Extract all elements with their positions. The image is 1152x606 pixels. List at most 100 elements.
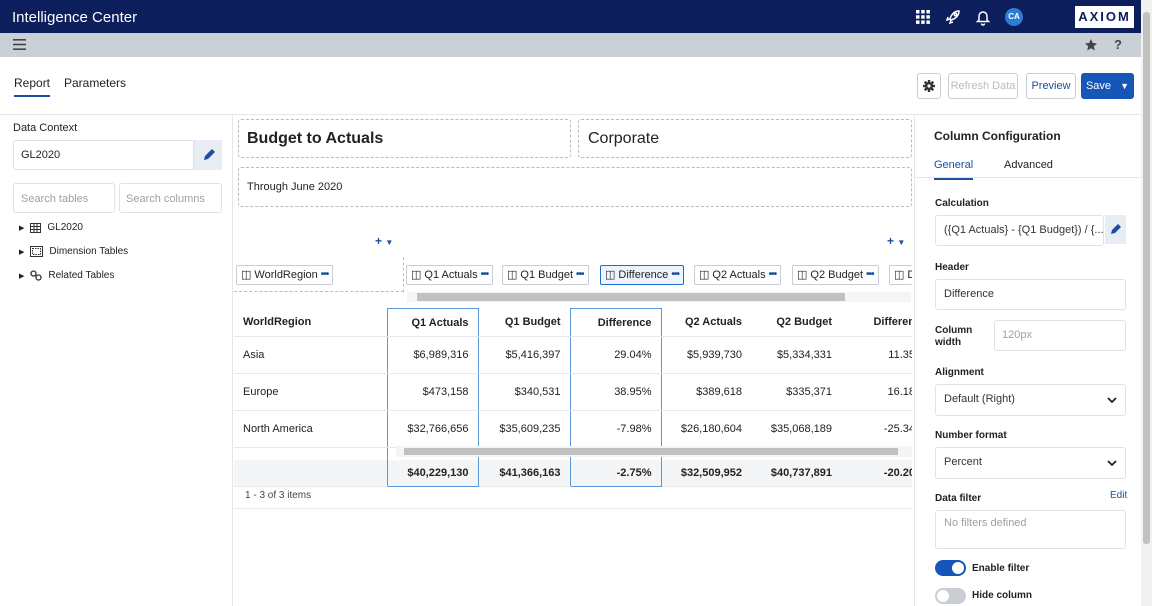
data-context-edit-button[interactable]	[193, 140, 222, 170]
chip-difference[interactable]: ◫ Difference •••	[600, 265, 684, 285]
app-title: Intelligence Center	[12, 9, 138, 26]
table-totals-row: $40,229,130 $41,366,163 -2.75% $32,509,9…	[234, 459, 912, 487]
dimension-icon	[30, 246, 44, 257]
hide-column-toggle[interactable]	[935, 588, 966, 604]
tab-report[interactable]: Report	[14, 76, 51, 97]
column-width-label-line1: Column	[935, 325, 973, 336]
data-filter-field[interactable]: No filters defined	[935, 510, 1126, 549]
more-options-icon[interactable]: •••	[866, 266, 874, 284]
expand-arrow-icon[interactable]: ▶	[19, 248, 24, 256]
calculation-field[interactable]: ({Q1 Actuals} - {Q1 Budget}) / {...	[935, 215, 1104, 246]
chip-q2-actuals[interactable]: ◫ Q2 Actuals •••	[694, 265, 782, 285]
toggle-knob	[937, 590, 949, 602]
header-field[interactable]: Difference	[935, 279, 1126, 310]
report-subtitle: Corporate	[588, 130, 660, 147]
favorite-star-icon[interactable]	[1084, 38, 1098, 52]
search-tables-input[interactable]: Search tables	[13, 183, 115, 213]
column-header[interactable]: Q1 Budget	[478, 308, 570, 337]
column-header[interactable]: Q2 Actuals	[661, 308, 751, 337]
settings-button[interactable]	[917, 73, 941, 99]
save-button-label: Save	[1085, 80, 1112, 92]
more-options-icon[interactable]: •••	[321, 266, 329, 284]
column-header[interactable]: Q2 Budget	[751, 308, 841, 337]
bell-icon[interactable]	[973, 7, 993, 27]
column-icon: ◫	[894, 269, 905, 281]
more-options-icon[interactable]: •••	[769, 266, 777, 284]
save-dropdown-icon[interactable]: ▼	[1120, 81, 1129, 91]
calculation-edit-button[interactable]	[1105, 215, 1126, 244]
number-format-select[interactable]: Percent	[935, 447, 1126, 479]
column-icon: ◫	[241, 269, 252, 281]
tree-item-dimension-tables[interactable]: ▶ Dimension Tables	[19, 246, 128, 257]
panel-title: Column Configuration	[934, 129, 1061, 143]
column-icon: ◫	[797, 269, 808, 281]
report-title: Budget to Actuals	[247, 130, 384, 147]
pager-info: 1 - 3 of 3 items	[245, 490, 312, 501]
enable-filter-toggle[interactable]	[935, 560, 966, 576]
page-scrollbar-thumb[interactable]	[1143, 12, 1150, 544]
table-cell: $5,416,397	[478, 336, 570, 374]
report-date-box[interactable]: Through June 2020	[238, 167, 912, 207]
top-bar: Intelligence Center CA AXIOM	[0, 0, 1141, 33]
column-width-field[interactable]: 120px	[994, 320, 1126, 351]
search-columns-input[interactable]: Search columns	[119, 183, 222, 213]
expand-arrow-icon[interactable]: ▶	[19, 272, 24, 280]
header-label: Header	[935, 262, 969, 273]
report-table: WorldRegion Q1 Actuals Q1 Budget Differe…	[234, 308, 912, 508]
chip-q2-budget[interactable]: ◫ Q2 Budget •••	[792, 265, 879, 285]
help-icon[interactable]: ?	[1114, 37, 1122, 52]
table-cell: $473,158	[386, 373, 479, 411]
chevron-down-icon	[1107, 460, 1117, 467]
tree-item-related-tables[interactable]: ▶ Related Tables	[19, 270, 114, 281]
more-options-icon[interactable]: •••	[671, 266, 679, 284]
user-avatar[interactable]: CA	[1005, 8, 1023, 26]
rocket-icon[interactable]	[943, 7, 963, 27]
tree-item-gl2020[interactable]: ▶ GL2020	[19, 222, 83, 233]
table-cell: 38.95%	[569, 373, 662, 411]
chip-q1-budget[interactable]: ◫ Q1 Budget •••	[502, 265, 589, 285]
chip-label: Q1 Actuals	[424, 269, 478, 281]
expand-arrow-icon[interactable]: ▶	[19, 224, 24, 232]
column-header[interactable]: WorldRegion	[234, 308, 387, 337]
hamburger-menu-icon[interactable]	[13, 39, 26, 50]
column-header[interactable]: Q1 Actuals	[386, 308, 479, 337]
data-context-field[interactable]: GL2020	[13, 140, 222, 170]
table-cell: $5,939,730	[661, 336, 751, 374]
data-filter-edit-link[interactable]: Edit	[1110, 490, 1127, 501]
add-group-column-button[interactable]: + ▼	[375, 234, 393, 248]
table-scrollbar-thumb[interactable]	[404, 448, 898, 455]
chip-difference-2[interactable]: ◫Di	[889, 265, 912, 285]
column-header[interactable]: Difference	[569, 308, 662, 337]
table-cell: $389,618	[661, 373, 751, 411]
chip-label: WorldRegion	[254, 269, 318, 281]
column-header[interactable]: Differen	[841, 308, 912, 337]
report-title-box[interactable]: Budget to Actuals	[238, 119, 571, 158]
save-button[interactable]: Save ▼	[1081, 73, 1134, 99]
more-options-icon[interactable]: •••	[576, 266, 584, 284]
table-cell: $26,180,604	[661, 410, 751, 448]
table-cell: Europe	[234, 373, 387, 411]
table-cell: $41,366,163	[478, 459, 570, 487]
table-footer-divider	[234, 508, 912, 509]
table-cell: 11.35	[841, 336, 912, 374]
table-cell: $35,609,235	[478, 410, 570, 448]
alignment-label: Alignment	[935, 367, 984, 378]
alignment-select[interactable]: Default (Right)	[935, 384, 1126, 416]
table-row: Asia $6,989,316 $5,416,397 29.04% $5,939…	[234, 336, 912, 374]
more-options-icon[interactable]: •••	[481, 266, 489, 284]
chips-scrollbar-thumb[interactable]	[417, 293, 845, 301]
axiom-logo: AXIOM	[1075, 6, 1134, 28]
chip-q1-actuals[interactable]: ◫ Q1 Actuals •••	[406, 265, 494, 285]
table-icon	[30, 222, 42, 233]
tab-parameters[interactable]: Parameters	[64, 76, 126, 90]
table-cell: 16.18	[841, 373, 912, 411]
app-grid-icon[interactable]	[913, 7, 933, 27]
preview-button[interactable]: Preview	[1026, 73, 1076, 99]
tab-advanced[interactable]: Advanced	[1004, 159, 1053, 171]
refresh-data-button[interactable]: Refresh Data	[948, 73, 1018, 99]
table-cell: 29.04%	[569, 336, 662, 374]
add-column-button[interactable]: + ▼	[887, 234, 905, 248]
report-subtitle-box[interactable]: Corporate	[578, 119, 912, 158]
chip-worldregion[interactable]: ◫ WorldRegion •••	[236, 265, 334, 285]
pencil-icon	[1111, 224, 1121, 234]
